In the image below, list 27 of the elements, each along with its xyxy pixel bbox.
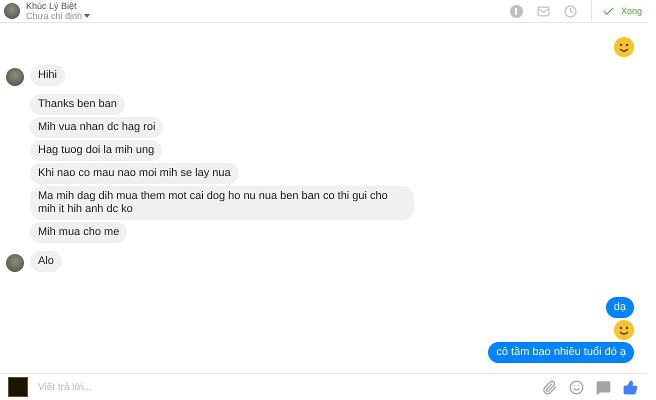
- message-bubble: Mih mua cho me: [30, 222, 128, 243]
- contact-name: Khúc Lý Biệt: [26, 1, 78, 11]
- mail-icon[interactable]: [536, 4, 550, 18]
- message-bubble: Ma mih dag dih mua them mot cai dog ho nu nua ben ban co thi gui cho mih it hih anh dc ko: [30, 186, 414, 220]
- message-bubble: Mih vua nhan dc hag roi: [30, 117, 164, 138]
- message-bubble: Khi nao co mau nao moi mih se lay nua: [30, 163, 239, 184]
- message-bubble: cô tầm bao nhiêu tuổi đó ạ: [488, 342, 634, 363]
- smiley-emoji-icon: [614, 320, 634, 340]
- done-button[interactable]: Xong: [590, 1, 642, 21]
- avatar-photo: [6, 68, 24, 86]
- avatar-photo: [6, 254, 24, 272]
- message-bubble: Alo: [30, 251, 62, 272]
- paperclip-icon[interactable]: [542, 380, 557, 394]
- exclamation-icon[interactable]: [510, 4, 523, 18]
- page-logo: [8, 377, 28, 397]
- avatar-photo: [4, 3, 20, 19]
- thumbs-up-icon[interactable]: [623, 380, 638, 394]
- message-bubble: Hihi: [30, 65, 65, 86]
- smiley-icon[interactable]: [569, 380, 584, 394]
- message-bubble: Hag tuog doi la mih ung: [30, 140, 162, 161]
- assign-dropdown[interactable]: Chưa chỉ định: [26, 11, 90, 21]
- chat-bubble-icon[interactable]: [596, 380, 611, 394]
- check-icon: [602, 4, 615, 18]
- clock-icon[interactable]: [564, 4, 577, 18]
- message-bubble: Thanks ben ban: [30, 94, 125, 115]
- message-bubble: dạ: [606, 297, 634, 318]
- smiley-emoji-icon: [614, 37, 634, 57]
